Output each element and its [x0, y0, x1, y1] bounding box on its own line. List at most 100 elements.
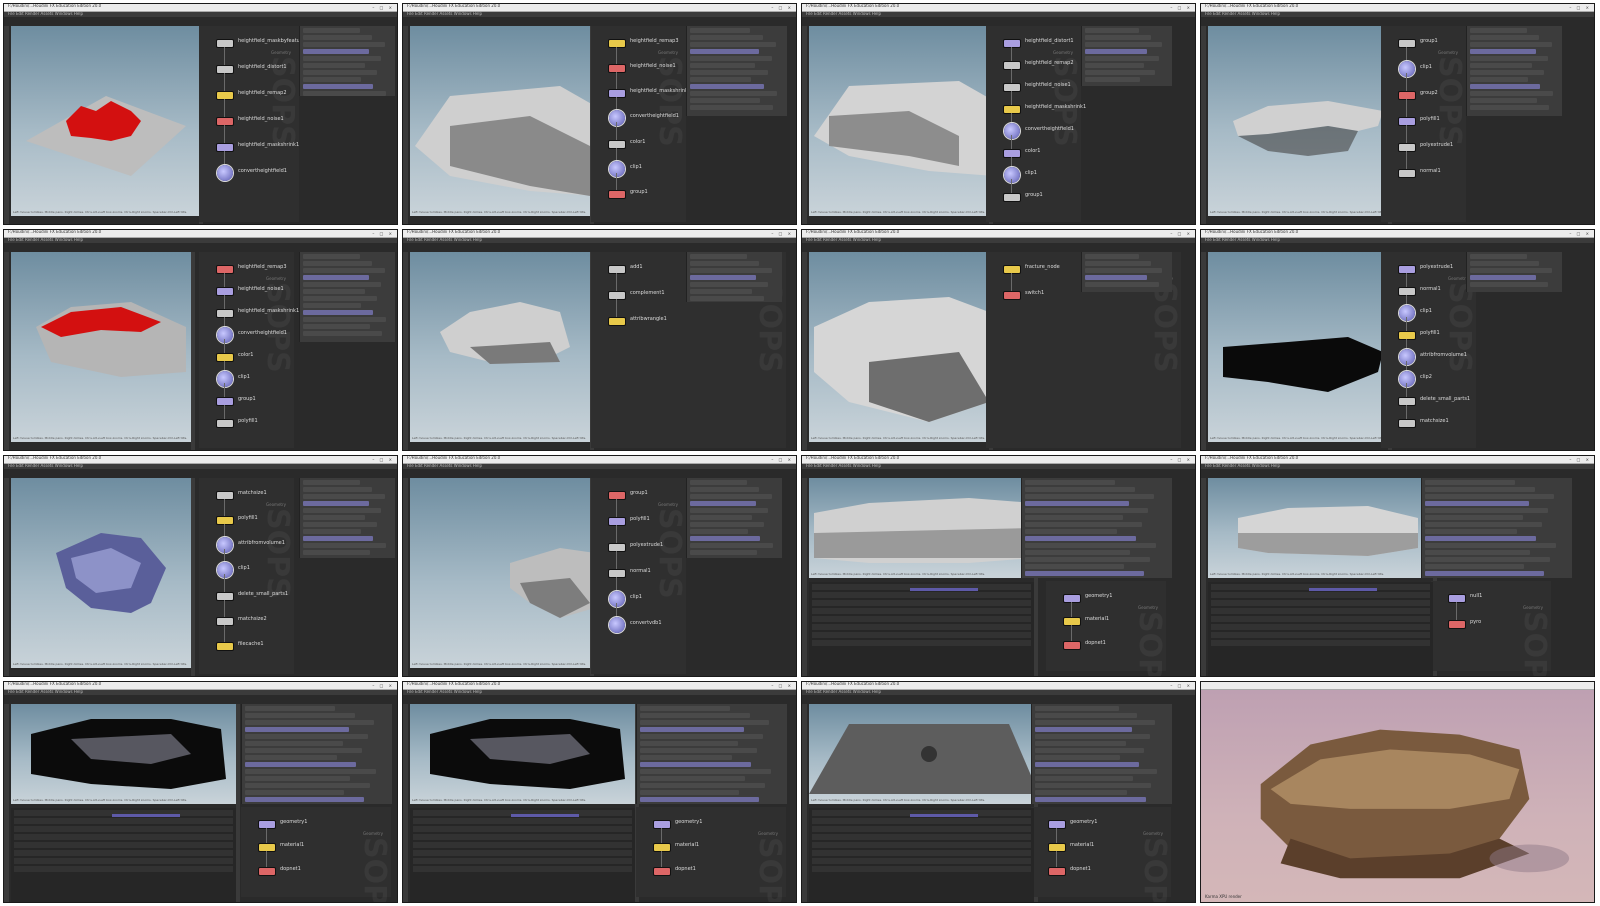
parameter-field[interactable]: [1425, 543, 1556, 548]
menu-bar[interactable]: File Edit Render Assets Windows Help: [403, 11, 796, 17]
parameter-field[interactable]: [1470, 28, 1527, 33]
track-row[interactable]: [812, 616, 1031, 622]
parameter-field[interactable]: [1035, 706, 1119, 711]
parameter-field[interactable]: [1470, 268, 1552, 273]
parameter-panel[interactable]: [1466, 252, 1562, 292]
parameter-field[interactable]: [1470, 56, 1548, 61]
menu-items[interactable]: File Edit Render Assets Windows Help: [8, 463, 83, 468]
tool-shelf[interactable]: [1201, 252, 1206, 450]
parameter-field[interactable]: [640, 748, 757, 753]
parameter-field[interactable]: [1085, 70, 1156, 75]
track-row[interactable]: [1211, 600, 1430, 606]
window-controls[interactable]: – □ ×: [1170, 231, 1192, 236]
menu-items[interactable]: File Edit Render Assets Windows Help: [806, 11, 881, 16]
parameter-field[interactable]: [1085, 275, 1148, 280]
parameter-field[interactable]: [1470, 261, 1540, 266]
parameter-field[interactable]: [1025, 487, 1135, 492]
track-key[interactable]: [910, 588, 978, 591]
network-editor[interactable]: Geometry SOPS heightfield_remap3 heightf…: [199, 252, 299, 448]
parameter-panel[interactable]: [299, 26, 395, 96]
parameter-field[interactable]: [303, 522, 378, 527]
parameter-field[interactable]: [690, 70, 768, 75]
menu-bar[interactable]: File Edit Render Assets Windows Help: [802, 463, 1195, 469]
menu-bar[interactable]: File Edit Render Assets Windows Help: [4, 11, 397, 17]
track-row[interactable]: [812, 624, 1031, 630]
parameter-field[interactable]: [1085, 63, 1144, 68]
track-row[interactable]: [14, 866, 233, 872]
parameter-field[interactable]: [245, 755, 337, 760]
menu-items[interactable]: File Edit Render Assets Windows Help: [407, 463, 482, 468]
scene-viewport[interactable]: Left mouse tumbles. Middle pans. Right d…: [11, 704, 236, 804]
parameter-field[interactable]: [690, 543, 773, 548]
parameter-field[interactable]: [1035, 755, 1121, 760]
track-row[interactable]: [413, 866, 632, 872]
parameter-field[interactable]: [303, 508, 381, 513]
parameter-field[interactable]: [690, 480, 747, 485]
tool-shelf[interactable]: [4, 252, 9, 450]
window-controls[interactable]: – □ ×: [771, 683, 793, 688]
parameter-field[interactable]: [690, 268, 772, 273]
parameter-field[interactable]: [245, 790, 344, 795]
track-row[interactable]: [1211, 640, 1430, 646]
parameter-field[interactable]: [690, 49, 759, 54]
parameter-field[interactable]: [690, 536, 761, 541]
parameter-field[interactable]: [303, 480, 360, 485]
parameter-field[interactable]: [1025, 529, 1117, 534]
parameter-field[interactable]: [245, 741, 343, 746]
parameter-panel[interactable]: [299, 252, 395, 342]
track-key[interactable]: [910, 814, 978, 817]
parameter-field[interactable]: [640, 769, 771, 774]
network-editor[interactable]: Geometry SOPS matchsize1 polyfill1 attri…: [199, 478, 295, 674]
parameter-field[interactable]: [640, 734, 763, 739]
parameter-field[interactable]: [1025, 543, 1156, 548]
dope-sheet[interactable]: [410, 808, 635, 902]
parameter-field[interactable]: [303, 543, 386, 548]
parameter-field[interactable]: [690, 105, 773, 110]
menu-bar[interactable]: File Edit Render Assets Windows Help: [4, 463, 397, 469]
track-row[interactable]: [14, 842, 233, 848]
track-row[interactable]: [812, 600, 1031, 606]
parameter-field[interactable]: [690, 282, 768, 287]
track-row[interactable]: [413, 818, 632, 824]
tool-shelf[interactable]: [802, 252, 807, 450]
track-row[interactable]: [14, 834, 233, 840]
parameter-field[interactable]: [245, 748, 362, 753]
parameter-field[interactable]: [1470, 49, 1536, 54]
parameter-field[interactable]: [1035, 769, 1157, 774]
network-editor[interactable]: Geometry SOPS geometry1 material1 dopnet…: [1046, 581, 1167, 676]
parameter-field[interactable]: [245, 797, 364, 802]
menu-items[interactable]: File Edit Render Assets Windows Help: [8, 689, 83, 694]
parameter-field[interactable]: [303, 303, 361, 308]
menu-items[interactable]: File Edit Render Assets Windows Help: [806, 237, 881, 242]
parameter-field[interactable]: [1025, 564, 1124, 569]
parameter-field[interactable]: [690, 487, 760, 492]
parameter-field[interactable]: [1085, 28, 1139, 33]
track-row[interactable]: [413, 842, 632, 848]
menu-bar[interactable]: File Edit Render Assets Windows Help: [802, 237, 1195, 243]
tool-shelf[interactable]: [1201, 478, 1206, 676]
scene-viewport[interactable]: Left mouse tumbles. Middle pans. Right d…: [809, 26, 989, 216]
parameter-panel[interactable]: [636, 704, 787, 804]
viewport-toolbar[interactable]: [191, 478, 195, 676]
parameter-field[interactable]: [690, 501, 756, 506]
parameter-field[interactable]: [1425, 487, 1535, 492]
parameter-field[interactable]: [1085, 35, 1151, 40]
parameter-field[interactable]: [245, 713, 355, 718]
parameter-field[interactable]: [303, 275, 369, 280]
dope-sheet[interactable]: [809, 582, 1034, 676]
menu-bar[interactable]: File Edit Render Assets Windows Help: [403, 463, 796, 469]
parameter-field[interactable]: [690, 515, 752, 520]
track-key[interactable]: [112, 814, 180, 817]
parameter-panel[interactable]: [1421, 478, 1572, 578]
parameter-field[interactable]: [1025, 515, 1123, 520]
parameter-field[interactable]: [1035, 741, 1126, 746]
parameter-panel[interactable]: [1081, 252, 1172, 292]
parameter-field[interactable]: [1035, 797, 1146, 802]
parameter-field[interactable]: [690, 522, 765, 527]
parameter-field[interactable]: [303, 49, 369, 54]
parameter-field[interactable]: [640, 741, 738, 746]
parameter-field[interactable]: [1425, 501, 1529, 506]
track-row[interactable]: [812, 608, 1031, 614]
parameter-field[interactable]: [1425, 522, 1542, 527]
parameter-field[interactable]: [1025, 501, 1129, 506]
